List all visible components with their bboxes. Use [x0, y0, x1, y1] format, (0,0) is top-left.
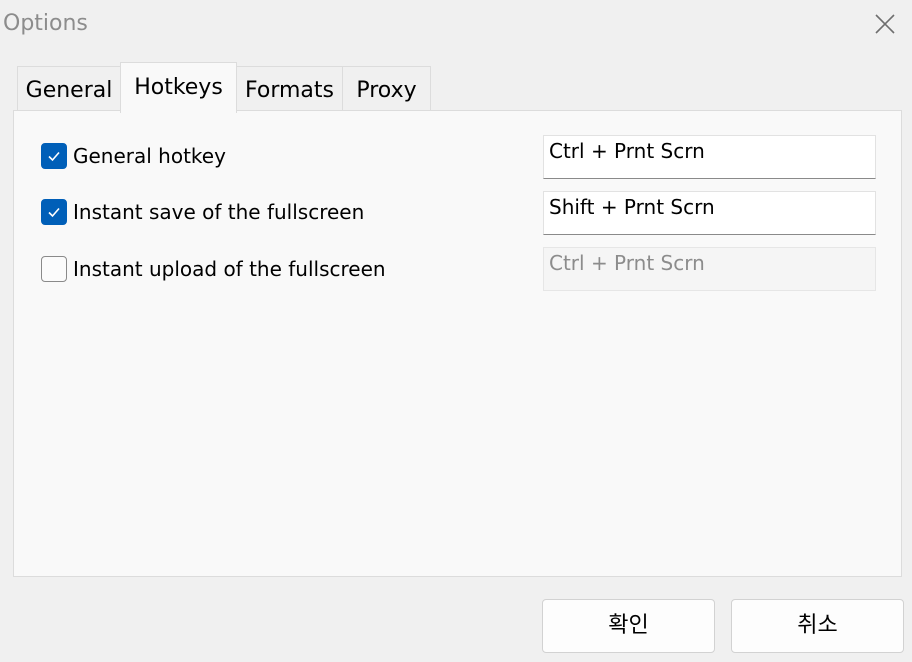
checkmark-icon	[48, 151, 60, 162]
checkmark-icon	[48, 207, 60, 218]
general-hotkey-label: General hotkey	[73, 144, 226, 168]
instant-upload-checkbox-row[interactable]: Instant upload of the fullscreen	[41, 256, 386, 282]
close-button[interactable]	[862, 3, 908, 45]
instant-upload-hotkey-input: Ctrl + Prnt Scrn	[543, 247, 876, 291]
options-dialog: Options General Hotkeys Formats Proxy Ge…	[0, 0, 912, 662]
tab-general[interactable]: General	[17, 66, 121, 110]
ok-button[interactable]: 확인	[542, 599, 715, 653]
instant-save-label: Instant save of the fullscreen	[73, 200, 365, 224]
window-title: Options	[3, 11, 88, 36]
general-hotkey-input[interactable]: Ctrl + Prnt Scrn	[543, 135, 876, 179]
title-bar: Options	[0, 0, 912, 48]
instant-save-checkbox[interactable]	[41, 199, 67, 225]
instant-save-hotkey-input[interactable]: Shift + Prnt Scrn	[543, 191, 876, 235]
tab-hotkeys[interactable]: Hotkeys	[120, 62, 237, 113]
general-hotkey-checkbox[interactable]	[41, 143, 67, 169]
instant-upload-checkbox[interactable]	[41, 256, 67, 282]
close-icon	[875, 14, 895, 34]
general-hotkey-checkbox-row[interactable]: General hotkey	[41, 143, 226, 169]
instant-upload-label: Instant upload of the fullscreen	[73, 257, 386, 281]
tab-formats[interactable]: Formats	[236, 66, 343, 110]
instant-save-checkbox-row[interactable]: Instant save of the fullscreen	[41, 199, 364, 225]
hotkeys-panel	[13, 110, 902, 577]
tab-proxy[interactable]: Proxy	[342, 66, 431, 110]
cancel-button[interactable]: 취소	[731, 599, 904, 653]
